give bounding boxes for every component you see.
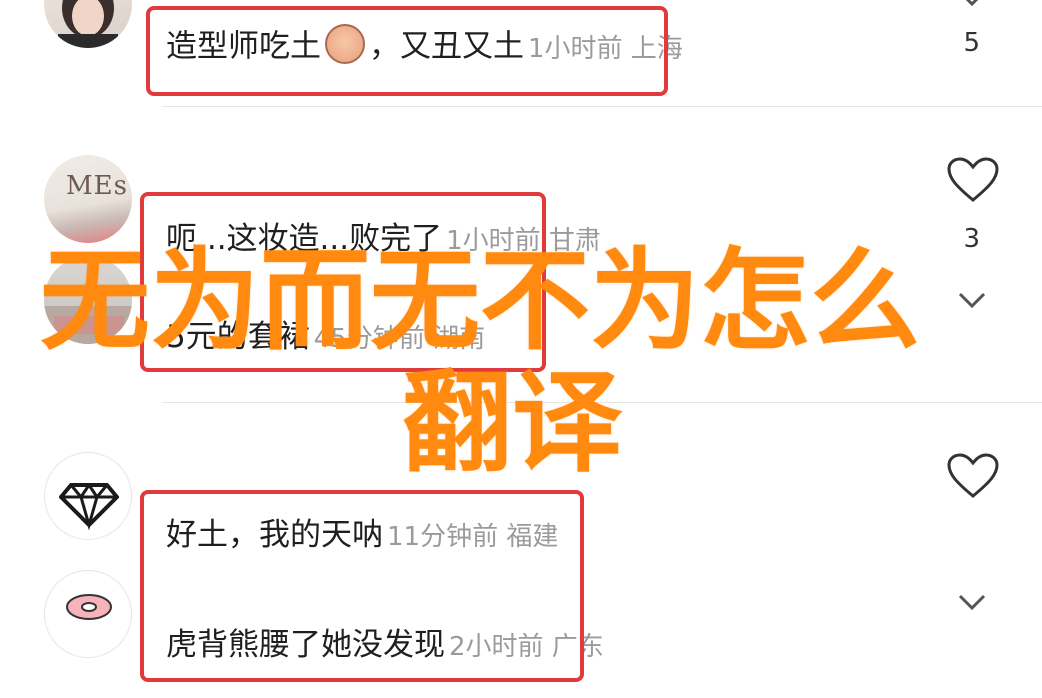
donut-icon	[66, 594, 112, 620]
overlay-headline: 翻译	[402, 359, 622, 487]
chevron-down-icon[interactable]	[954, 290, 990, 312]
overlay-headline: 无为而无不为怎么	[40, 237, 920, 365]
user-avatar[interactable]	[44, 570, 132, 658]
like-count: 5	[963, 28, 980, 58]
heart-icon[interactable]	[946, 452, 1000, 500]
avatar-sign-text: MEs	[66, 171, 128, 201]
diamond-icon	[59, 483, 119, 531]
user-avatar[interactable]	[44, 452, 132, 540]
highlight-box	[146, 6, 668, 96]
like-count: 3	[963, 224, 980, 254]
divider	[162, 106, 1042, 107]
user-avatar[interactable]: MEs	[44, 155, 132, 243]
person-photo-icon	[58, 0, 118, 48]
heart-icon[interactable]	[946, 156, 1000, 204]
chevron-down-icon[interactable]	[954, 0, 990, 10]
highlight-box	[140, 490, 584, 682]
chevron-down-icon[interactable]	[954, 592, 990, 614]
user-avatar[interactable]	[44, 0, 132, 48]
